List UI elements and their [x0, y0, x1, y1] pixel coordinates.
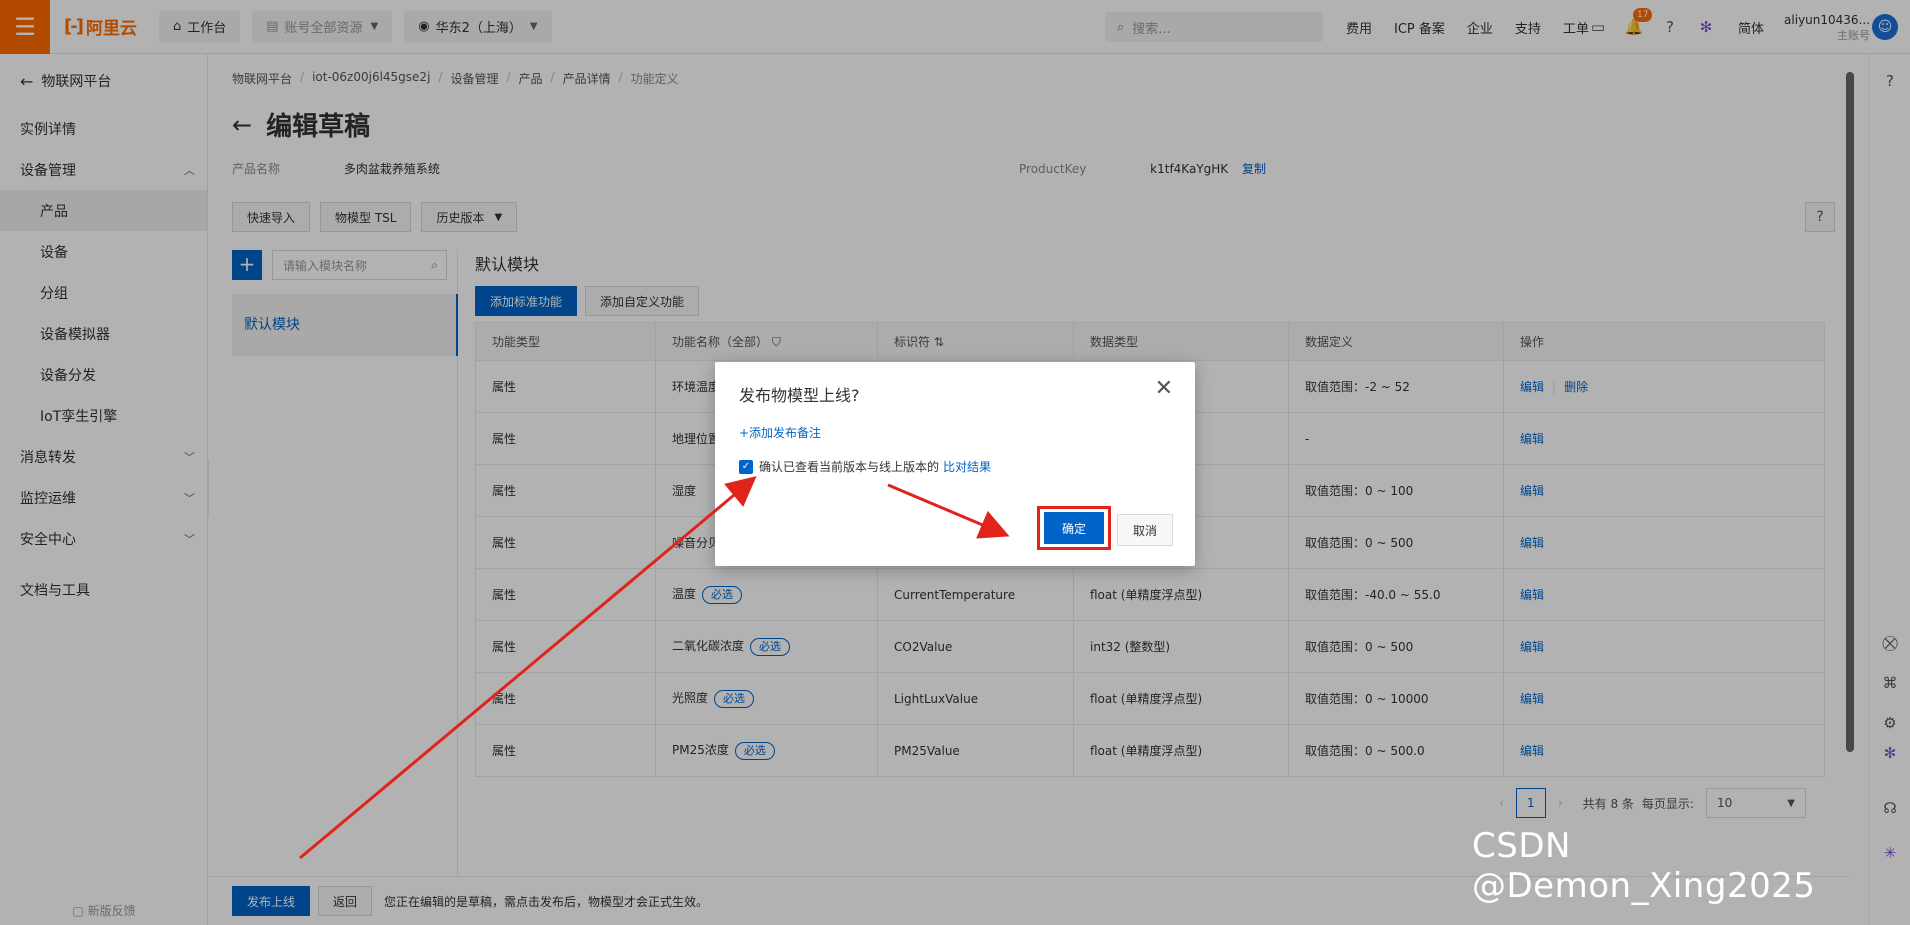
confirm-checkbox[interactable]: ✓ [739, 459, 753, 474]
confirm-compare-checkbox-row: ✓ 确认已查看当前版本与线上版本的 比对结果 [739, 458, 991, 475]
cancel-button[interactable]: 取消 [1117, 514, 1173, 546]
ok-button[interactable]: 确定 [1044, 512, 1104, 544]
compare-result-link[interactable]: 比对结果 [943, 458, 991, 475]
publish-dialog: 发布物模型上线? ✕ +添加发布备注 ✓ 确认已查看当前版本与线上版本的 比对结… [715, 362, 1195, 566]
ok-button-highlight: 确定 [1037, 506, 1111, 550]
dialog-title: 发布物模型上线? [739, 386, 860, 405]
add-publish-note-link[interactable]: +添加发布备注 [739, 424, 821, 441]
close-icon[interactable]: ✕ [1155, 376, 1173, 401]
watermark: CSDN @Demon_Xing2025 [1472, 826, 1816, 906]
